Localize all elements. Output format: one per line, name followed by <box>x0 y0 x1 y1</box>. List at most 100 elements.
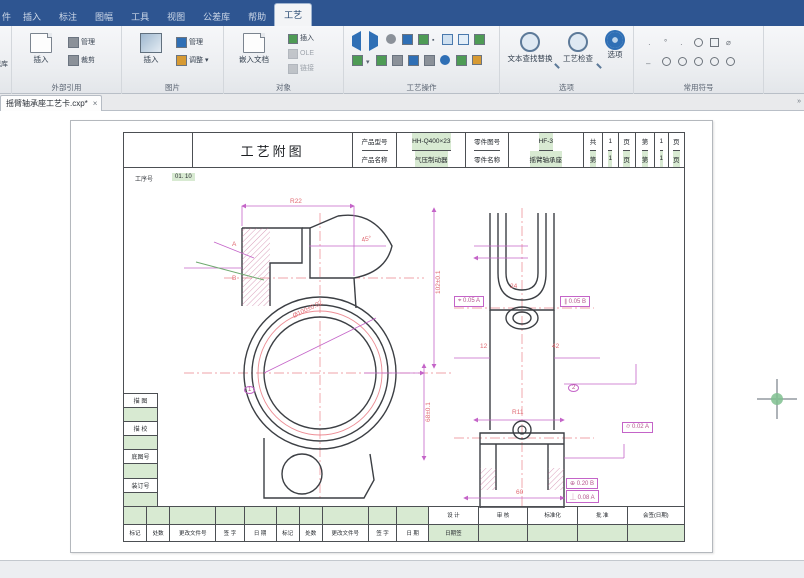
sym-3-button[interactable] <box>694 57 703 68</box>
ribbon-group-label-object: 对象 <box>224 82 343 93</box>
minus-symbol-button[interactable]: – <box>646 59 650 68</box>
value-part-number[interactable]: HF-3 <box>539 133 553 151</box>
bottom-val-date-1[interactable] <box>245 507 276 525</box>
image-manage-button[interactable]: 管理 <box>176 36 203 49</box>
menu-tab-tools[interactable]: 工具 <box>122 8 158 26</box>
stamp-row-binding[interactable]: 装订号 <box>124 479 158 493</box>
swap-button[interactable] <box>474 34 485 47</box>
bottom-val-date-2[interactable] <box>397 507 428 525</box>
gdt-frame-4[interactable]: ⊕ 0.20 B <box>566 478 598 489</box>
external-ref-manage-button[interactable]: 管理 <box>68 36 95 49</box>
bottom-val-changedoc-1[interactable] <box>170 507 215 525</box>
bottom-val-count-2[interactable] <box>300 507 322 525</box>
bottom-val-review[interactable] <box>479 525 528 542</box>
link-icon <box>288 64 298 74</box>
title-block-blank <box>124 133 193 167</box>
table-button[interactable] <box>456 55 467 68</box>
split-button[interactable]: ▪ <box>432 37 434 44</box>
settings-button[interactable]: 选项 <box>600 32 630 60</box>
phi-symbol-icon: ⌀ <box>726 38 731 47</box>
circle-symbol-button[interactable] <box>694 38 703 49</box>
phi-symbol-button[interactable]: ⌀ <box>726 38 731 47</box>
bottom-val-sign-2[interactable] <box>369 507 396 525</box>
gdt-frame-1[interactable]: ⌖ 0.05 A <box>454 296 484 307</box>
link-button[interactable]: 链接 <box>288 62 314 75</box>
image-adjust-dropdown-icon[interactable]: ▾ <box>205 54 209 67</box>
bottom-hdr-standardize: 标准化 <box>528 507 577 525</box>
embed-doc-button[interactable]: 嵌入文档 <box>226 33 282 65</box>
sym-2-button[interactable] <box>678 57 687 68</box>
value-part-name[interactable]: 摇臂轴承座 <box>530 151 563 168</box>
bottom-val-standardize[interactable] <box>528 525 577 542</box>
menu-tab-file[interactable]: 件 <box>0 8 14 26</box>
menu-tab-view[interactable]: 视图 <box>158 8 194 26</box>
drawing-body[interactable]: 工序号 01. 10 <box>124 168 684 506</box>
bottom-val-mark-1[interactable] <box>124 507 146 525</box>
menu-tab-sheet[interactable]: 图幅 <box>86 8 122 26</box>
menu-tab-help[interactable]: 帮助 <box>239 8 275 26</box>
sheet-edit-button[interactable] <box>418 34 429 47</box>
degree-symbol-button[interactable]: ° <box>664 38 667 47</box>
next-arrow-button[interactable] <box>369 36 378 46</box>
bottom-val-sign-1[interactable] <box>216 507 243 525</box>
info-button[interactable] <box>440 55 450 67</box>
value-product-model[interactable]: HH-Q400×23 <box>412 133 450 151</box>
stamp-button[interactable] <box>352 55 363 68</box>
note-button[interactable] <box>376 55 387 68</box>
dot-symbol-button[interactable]: · <box>680 40 683 49</box>
menu-tab-process[interactable]: 工艺 <box>275 4 311 26</box>
pin-button[interactable] <box>392 55 403 68</box>
sheet-add-button[interactable] <box>402 34 413 47</box>
bottom-val-approve[interactable] <box>578 525 627 542</box>
bottom-val-countersign[interactable] <box>628 525 685 542</box>
crosshair-cursor <box>757 379 797 419</box>
dash-symbol-button[interactable]: · <box>648 40 651 49</box>
page-paste-button[interactable] <box>458 34 469 47</box>
find-replace-button[interactable]: 文本查找替换 <box>504 32 556 64</box>
library-button[interactable]: 记库 <box>0 58 8 71</box>
sym-4-button[interactable] <box>710 57 719 68</box>
object-insert-button[interactable]: 插入 <box>288 32 314 45</box>
bottom-val-mark-2[interactable] <box>277 507 299 525</box>
bottom-val-design[interactable]: 日期签 <box>429 525 478 542</box>
menu-tab-insert[interactable]: 插入 <box>14 8 50 26</box>
stamp-row-binding-value[interactable] <box>124 493 158 507</box>
gdt-frame-3[interactable]: ⌭ 0.02 A <box>622 422 653 433</box>
page-title: 工艺附图 <box>193 133 353 167</box>
ribbon-group-label-options: 选项 <box>500 82 633 93</box>
sym-5-button[interactable] <box>726 57 735 68</box>
sym-3-icon <box>694 57 703 66</box>
stamp-row-basedrawing-value[interactable] <box>124 464 158 478</box>
refresh-button[interactable] <box>408 55 419 68</box>
ole-button[interactable]: OLE <box>288 47 314 60</box>
stamp-row-trace[interactable]: 描 图 <box>124 394 158 408</box>
gdt-frame-5[interactable]: ⏊ 0.08 A <box>566 490 599 503</box>
menu-tab-annotate[interactable]: 标注 <box>50 8 86 26</box>
sym-1-button[interactable] <box>662 57 671 68</box>
process-check-button[interactable]: 工艺检查 <box>558 32 598 64</box>
close-icon[interactable]: × <box>93 99 98 108</box>
process-card-button[interactable] <box>386 34 396 46</box>
stamp-row-check-value[interactable] <box>124 436 158 450</box>
grid-button[interactable] <box>424 55 435 68</box>
gdt-frame-2[interactable]: ∥ 0.05 B <box>560 296 590 307</box>
stamp-row-trace-value[interactable] <box>124 408 158 422</box>
stamp-dropdown-button[interactable]: ▾ <box>366 58 370 66</box>
external-ref-insert-button[interactable]: 插入 <box>20 33 62 65</box>
square-symbol-button[interactable] <box>710 38 719 49</box>
external-ref-clip-button[interactable]: 裁剪 <box>68 54 95 67</box>
bottom-val-count-1[interactable] <box>147 507 169 525</box>
document-tab-active[interactable]: 摇臂轴承座工艺卡.cxp* × <box>0 95 102 111</box>
image-adjust-button[interactable]: 调整 ▾ <box>176 54 209 67</box>
drawing-canvas[interactable]: 工艺附图 产品型号 产品名称 HH-Q400×23 气压制动器 零件图号 零件名… <box>0 111 804 560</box>
page-copy-button[interactable] <box>442 34 453 47</box>
prev-arrow-button[interactable] <box>352 36 361 46</box>
menu-tab-tolerance-library[interactable]: 公差库 <box>194 8 239 26</box>
value-product-name[interactable]: 气压制动器 <box>415 151 448 168</box>
tab-overflow-icon[interactable]: » <box>797 98 801 105</box>
brush-button[interactable] <box>472 55 482 67</box>
stamp-row-basedrawing[interactable]: 底图号 <box>124 450 158 464</box>
image-insert-button[interactable]: 插入 <box>130 33 172 65</box>
bottom-val-changedoc-2[interactable] <box>323 507 368 525</box>
stamp-row-check[interactable]: 描 校 <box>124 422 158 436</box>
